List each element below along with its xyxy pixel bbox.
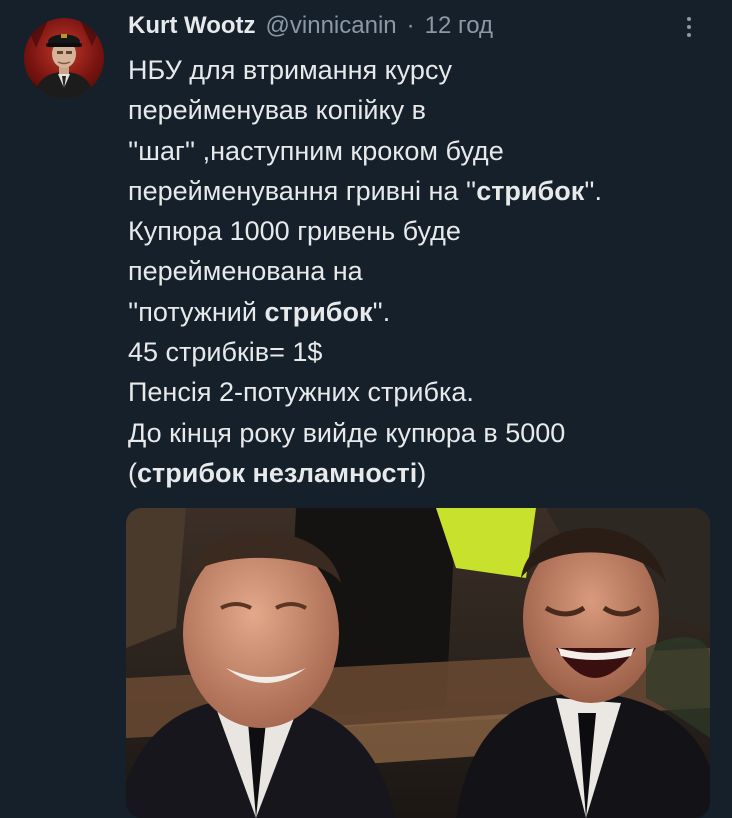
tweet-text-segment: ''шаг'' ,наступним кроком буде xyxy=(128,135,504,166)
more-dot xyxy=(687,17,691,21)
more-dot xyxy=(687,33,691,37)
tweet-text-segment: До кінця року вийде купюра в 5000 xyxy=(128,417,566,448)
tweet-text-line: ''шаг'' ,наступним кроком буде xyxy=(128,131,698,171)
tweet-text-line: Купюра 1000 гривень буде xyxy=(128,211,698,251)
tweet-text-bold-segment: стрибок незламності xyxy=(137,457,418,488)
author-name[interactable]: Kurt Wootz xyxy=(128,12,256,40)
tweet-text-segment: НБУ для втримання курсу xyxy=(128,55,452,85)
photo-content xyxy=(126,508,710,818)
separator-dot: · xyxy=(406,12,415,39)
tweet-text-segment: перейменування гривні на '' xyxy=(128,175,477,206)
tweet-text-line: (стрибок незламності) xyxy=(128,453,698,493)
tweet-text-segment: Пенсія 2-потужних стрибка. xyxy=(128,377,474,408)
avatar[interactable] xyxy=(24,18,104,98)
tweet-text-line: перейменована на xyxy=(128,251,698,291)
tweet-text-segment: перейменована на xyxy=(128,256,363,287)
tweet-header: Kurt Wootz @vinnicanin · 12 год xyxy=(128,8,493,44)
tweet-text-line: ''потужний стрибок''. xyxy=(128,292,698,332)
avatar-image xyxy=(24,18,104,98)
author-handle[interactable]: @vinnicanin xyxy=(266,12,397,40)
more-vertical-icon[interactable] xyxy=(678,12,700,42)
tweet-text-bold-segment: стрибок xyxy=(476,175,585,206)
tweet-text: НБУ для втримання курсу перейменував копі… xyxy=(128,50,698,493)
tweet-text-line: Пенсія 2-потужних стрибка. xyxy=(128,372,698,412)
tweet-text-line: До кінця року вийде купюра в 5000 xyxy=(128,413,698,453)
more-dot xyxy=(687,25,691,29)
tweet-text-line: перейменування гривні на ''стрибок''. xyxy=(128,171,698,211)
tweet-timestamp[interactable]: 12 год xyxy=(425,12,493,40)
tweet-text-segment: 45 стрибків= 1$ xyxy=(128,337,323,368)
tweet-text-line: 45 стрибків= 1$ xyxy=(128,332,698,372)
tweet-text-segment: ( xyxy=(128,457,137,488)
tweet: Kurt Wootz @vinnicanin · 12 год НБУ для … xyxy=(0,0,732,818)
tweet-text-line: НБУ для втримання курсу xyxy=(128,50,698,90)
tweet-text-segment: Купюра 1000 гривень буде xyxy=(128,216,461,247)
tweet-text-segment: ''потужний xyxy=(128,296,265,327)
tweet-text-segment: ''. xyxy=(584,175,603,206)
tweet-text-segment: ''. xyxy=(372,296,391,327)
tweet-text-segment: перейменував копійку в xyxy=(128,95,426,126)
tweet-text-segment: ) xyxy=(417,457,427,488)
tweet-text-bold-segment: стрибок xyxy=(264,296,373,327)
tweet-media-photo[interactable] xyxy=(126,508,710,818)
tweet-text-line: перейменував копійку в xyxy=(128,90,698,130)
